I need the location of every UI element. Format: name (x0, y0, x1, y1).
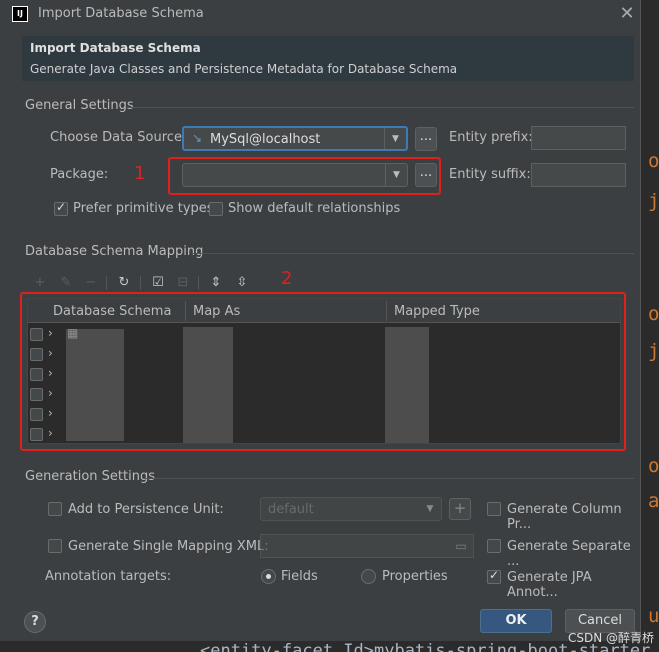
generate-column-checkbox[interactable] (487, 502, 501, 516)
data-source-browse-button[interactable]: ... (415, 127, 437, 151)
generate-jpa-checkbox[interactable] (487, 568, 501, 584)
entity-prefix-input[interactable] (531, 126, 626, 150)
collapse-all-icon[interactable]: ⇳ (233, 274, 251, 292)
add-persistence-checkbox[interactable] (48, 502, 62, 516)
chevron-down-icon[interactable]: ▼ (419, 498, 441, 520)
add-persistence-unit-button[interactable]: + (449, 498, 471, 520)
dialog-title: Import Database Schema (38, 6, 204, 21)
data-source-value: MySql@localhost (210, 132, 321, 147)
ok-button[interactable]: OK (480, 609, 552, 633)
toolbar-separator (140, 276, 141, 290)
generation-settings-heading: Generation Settings (25, 469, 155, 484)
general-settings-heading: General Settings (25, 98, 134, 113)
refresh-icon[interactable]: ↻ (115, 274, 133, 292)
header-title: Import Database Schema (30, 41, 201, 55)
edit-icon[interactable]: ✎ (57, 274, 75, 292)
add-persistence-label: Add to Persistence Unit: (68, 502, 224, 517)
package-label: Package: (50, 167, 109, 182)
header-description: Generate Java Classes and Persistence Me… (30, 62, 458, 76)
close-icon[interactable]: ✕ (617, 3, 637, 25)
toolbar-separator (106, 276, 107, 290)
expand-all-icon[interactable]: ⇕ (207, 274, 225, 292)
entity-suffix-label: Entity suffix: (449, 167, 531, 182)
remove-icon[interactable]: − (82, 274, 100, 292)
generate-jpa-label: Generate JPA Annot... (507, 570, 592, 600)
fields-radio[interactable] (261, 569, 276, 584)
persistence-unit-value: default (268, 502, 314, 517)
check-all-icon[interactable]: ☑ (149, 274, 167, 292)
single-mapping-input[interactable]: ▭ (260, 534, 474, 558)
add-icon[interactable]: + (31, 274, 49, 292)
annotation-number-1: 1 (134, 163, 146, 184)
data-source-label: Choose Data Source: (50, 130, 187, 145)
section-divider (193, 253, 634, 254)
uncheck-all-icon[interactable]: ⊟ (174, 274, 192, 292)
properties-label: Properties (382, 569, 448, 584)
entity-suffix-input[interactable] (531, 163, 626, 187)
csdn-watermark: CSDN @醉青桥 (568, 631, 655, 645)
persistence-unit-combobox[interactable]: default ▼ (260, 497, 442, 521)
prefer-primitive-checkbox[interactable] (54, 200, 68, 216)
single-mapping-checkbox[interactable] (48, 539, 62, 553)
import-schema-dialog: IJ Import Database Schema ✕ Import Datab… (0, 0, 641, 641)
entity-prefix-label: Entity prefix: (449, 130, 533, 145)
help-button[interactable]: ? (24, 611, 46, 633)
background-editor-gutter: o j o j o a u (640, 0, 659, 652)
single-mapping-label: Generate Single Mapping XML: (68, 539, 269, 554)
chevron-down-icon[interactable]: ▼ (384, 128, 406, 149)
toolbar-separator (198, 276, 199, 290)
section-divider (145, 478, 634, 479)
generate-separate-label: Generate Separate ... (507, 539, 631, 569)
show-default-relationships-checkbox[interactable] (209, 202, 223, 216)
data-source-combobox[interactable]: ↘ MySql@localhost ▼ (182, 126, 408, 151)
folder-icon[interactable]: ▭ (450, 536, 472, 556)
annotation-targets-label: Annotation targets: (45, 569, 172, 584)
properties-radio[interactable] (361, 569, 376, 584)
title-bar[interactable]: IJ Import Database Schema ✕ (0, 0, 641, 30)
fields-label: Fields (281, 569, 318, 584)
section-divider (128, 107, 634, 108)
prefer-primitive-label: Prefer primitive types (73, 201, 214, 216)
header-panel: Import Database Schema Generate Java Cla… (22, 36, 634, 81)
annotation-box-2 (20, 292, 626, 451)
annotation-box-1 (168, 157, 441, 195)
generate-column-label: Generate Column Pr... (507, 502, 622, 532)
database-icon: ↘ (192, 131, 203, 145)
show-default-relationships-label: Show default relationships (228, 201, 401, 216)
intellij-app-icon: IJ (12, 6, 28, 22)
annotation-number-2: 2 (281, 268, 293, 289)
generate-separate-checkbox[interactable] (487, 539, 501, 553)
schema-mapping-heading: Database Schema Mapping (25, 244, 204, 259)
